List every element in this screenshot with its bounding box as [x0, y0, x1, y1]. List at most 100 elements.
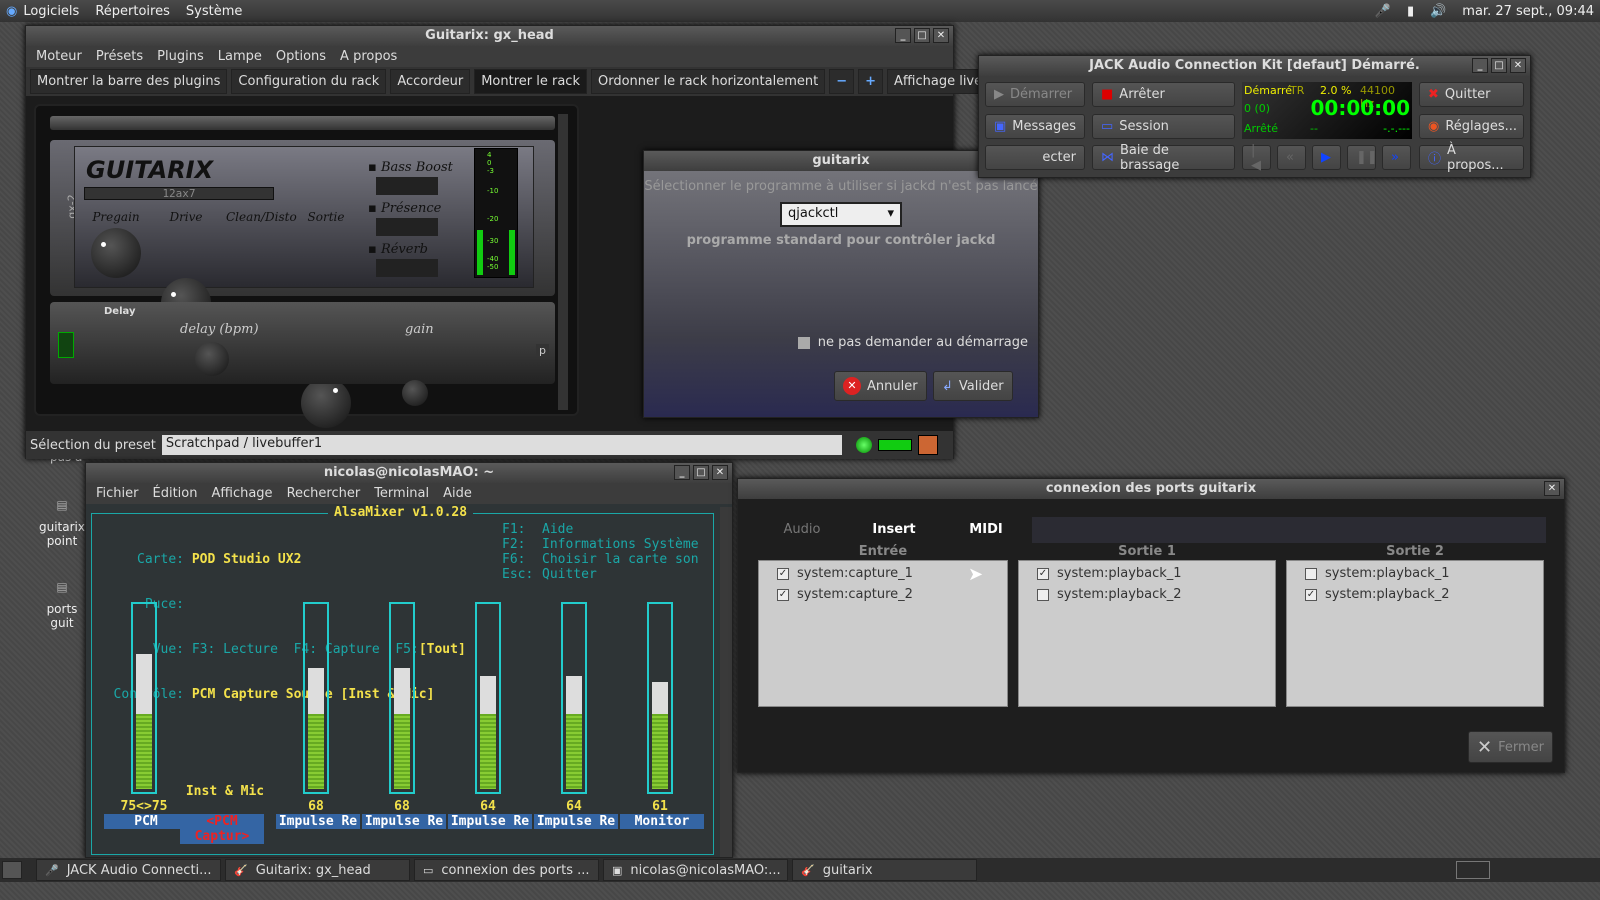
show-rack-button[interactable]: Montrer le rack — [474, 69, 587, 94]
pause-icon[interactable]: ❚❚ — [1347, 145, 1378, 170]
volume-bar[interactable] — [475, 602, 501, 794]
port-checkbox[interactable]: ✓ system:capture_2 — [759, 584, 1007, 605]
bass-boost-label[interactable]: ▪ Bass Boost — [368, 160, 453, 175]
checkbox[interactable]: ✓ — [777, 588, 789, 601]
menu-aide[interactable]: Aide — [443, 486, 472, 501]
knob-3[interactable] — [301, 378, 351, 428]
checkbox[interactable] — [1037, 588, 1049, 601]
menu-repertoires[interactable]: Répertoires — [95, 4, 170, 19]
volume-bar[interactable] — [131, 602, 157, 794]
show-desktop-icon[interactable] — [2, 861, 22, 879]
mixer-channel[interactable]: 68 Impulse Re — [362, 602, 446, 842]
clock[interactable]: mar. 27 sept., 09:44 — [1462, 4, 1594, 19]
menu-options[interactable]: Options — [276, 49, 326, 64]
tab-insert[interactable]: Insert — [848, 517, 940, 543]
menu-lampe[interactable]: Lampe — [218, 49, 262, 64]
log-icon[interactable] — [917, 435, 938, 455]
rack-horizontal-button[interactable]: Ordonner le rack horizontalement — [590, 69, 826, 94]
delay-bpm-knob[interactable] — [195, 342, 229, 376]
preset-field[interactable]: Scratchpad / livebuffer1 — [161, 435, 842, 455]
maximize-button[interactable]: □ — [693, 465, 709, 480]
tab-midi[interactable]: MIDI — [940, 517, 1032, 543]
cancel-button[interactable]: ✕ Annuler — [834, 371, 927, 401]
minimize-button[interactable]: _ — [1472, 58, 1488, 73]
knob-0[interactable] — [91, 228, 141, 278]
connect-button[interactable]: ecter — [985, 145, 1085, 170]
port-checkbox[interactable]: system:playback_2 — [1019, 584, 1275, 605]
title-bar[interactable]: nicolas@nicolasMAO: ~ _ □ ✕ — [86, 463, 732, 483]
volume-bar[interactable] — [303, 602, 329, 794]
fast-forward-icon[interactable]: » — [1382, 145, 1411, 170]
menu-plugins[interactable]: Plugins — [157, 49, 204, 64]
quit-button[interactable]: ✖ Quitter — [1419, 82, 1524, 107]
tube-selector[interactable]: 12ax7 — [84, 187, 274, 200]
menu-moteur[interactable]: Moteur — [36, 49, 82, 64]
checkbox[interactable]: ✓ — [1305, 588, 1317, 601]
rewind-icon[interactable]: « — [1277, 145, 1306, 170]
play-icon[interactable]: ▶ — [1312, 145, 1341, 170]
about-button[interactable]: ⓘ À propos... — [1419, 143, 1524, 173]
checkbox[interactable]: ✓ — [1037, 567, 1049, 580]
mixer-channel[interactable]: Inst & Mic <PCM Captur> — [180, 602, 264, 844]
reverb-label[interactable]: ▪ Réverb — [368, 242, 453, 257]
dont-ask-checkbox[interactable]: ne pas demander au démarrage — [797, 335, 1028, 350]
start-button[interactable]: ▶ Démarrer — [985, 82, 1085, 107]
tuner-button[interactable]: Accordeur — [390, 69, 471, 94]
port-checkbox[interactable]: ✓ system:playback_2 — [1287, 584, 1543, 605]
taskbar-item[interactable]: ▣ nicolas@nicolasMAO:... — [603, 859, 788, 881]
menu-terminal[interactable]: Terminal — [374, 486, 429, 501]
title-bar[interactable]: Guitarix: gx_head _ □ ✕ — [26, 26, 953, 46]
settings-button[interactable]: ◉ Réglages... — [1419, 114, 1524, 139]
presence-slider[interactable] — [376, 218, 438, 236]
menu-edition[interactable]: Édition — [153, 486, 198, 501]
show-plugin-bar-button[interactable]: Montrer la barre des plugins — [30, 69, 228, 94]
delay-preset-button[interactable]: p — [536, 344, 549, 357]
desktop-icon-ports[interactable]: ▤ ports guit — [38, 580, 86, 630]
stop-button[interactable]: ■ Arrêter — [1092, 82, 1235, 107]
program-select[interactable]: qjackctl ▾ — [780, 202, 902, 227]
menu-presets[interactable]: Présets — [96, 49, 143, 64]
reverb-slider[interactable] — [376, 259, 438, 277]
minimize-button[interactable]: _ — [895, 28, 911, 43]
menu-logiciels[interactable]: Logiciels — [23, 4, 79, 19]
rack-scroll-bar[interactable] — [50, 116, 555, 130]
maximize-button[interactable]: □ — [1491, 58, 1507, 73]
live-display-button[interactable]: Affichage live — [887, 69, 990, 94]
port-checkbox[interactable]: system:playback_1 — [1287, 563, 1543, 584]
shrink-button[interactable]: − — [829, 69, 855, 94]
mixer-channel[interactable]: 64 Impulse Re — [448, 602, 532, 842]
minimize-button[interactable]: _ — [674, 465, 690, 480]
microphone-icon[interactable]: 🎤 — [1375, 4, 1391, 19]
mixer-channel[interactable]: 61 Monitor — [620, 602, 704, 842]
rack-config-button[interactable]: Configuration du rack — [231, 69, 387, 94]
bass-boost-slider[interactable] — [376, 177, 438, 195]
volume-bar[interactable] — [389, 602, 415, 794]
volume-icon[interactable]: 🔊 — [1430, 4, 1446, 19]
terminal-scrollbar[interactable] — [720, 507, 732, 857]
desktop-icon-guitarix[interactable]: ▤ guitarix point — [38, 498, 86, 548]
volume-bar[interactable] — [561, 602, 587, 794]
close-button[interactable]: ✕ — [712, 465, 728, 480]
menu-fichier[interactable]: Fichier — [96, 486, 139, 501]
close-button[interactable]: ✕ — [1544, 481, 1560, 496]
menu-affichage[interactable]: Affichage — [211, 486, 272, 501]
close-button[interactable]: ✕ — [1510, 58, 1526, 73]
taskbar-item[interactable]: 🎸 guitarix — [792, 859, 977, 881]
checkbox[interactable] — [1305, 567, 1317, 580]
taskbar-item[interactable]: 🎤 JACK Audio Connecti... — [36, 859, 221, 881]
maximize-button[interactable]: □ — [914, 28, 930, 43]
menu-a-propos[interactable]: A propos — [340, 49, 397, 64]
session-button[interactable]: ▭ Session — [1092, 114, 1235, 139]
lxde-logo-icon[interactable]: ◉ — [6, 4, 17, 19]
mixer-channel[interactable]: 68 Impulse Re — [276, 602, 360, 842]
checkbox[interactable]: ✓ — [777, 567, 789, 580]
close-button[interactable]: ✕ — [933, 28, 949, 43]
mixer-channel[interactable]: 64 Impulse Re — [534, 602, 618, 842]
mixer-channel[interactable]: 75<>75 PCM — [104, 602, 188, 842]
delay-power-toggle[interactable] — [58, 332, 74, 358]
ok-button[interactable]: ↲ Valider — [933, 371, 1013, 401]
title-bar[interactable]: JACK Audio Connection Kit [defaut] Démar… — [979, 56, 1530, 76]
rewind-start-icon[interactable]: |◀ — [1242, 143, 1271, 173]
taskbar-item[interactable]: 🎸 Guitarix: gx_head — [225, 859, 410, 881]
messages-button[interactable]: ▣ Messages — [985, 114, 1085, 139]
